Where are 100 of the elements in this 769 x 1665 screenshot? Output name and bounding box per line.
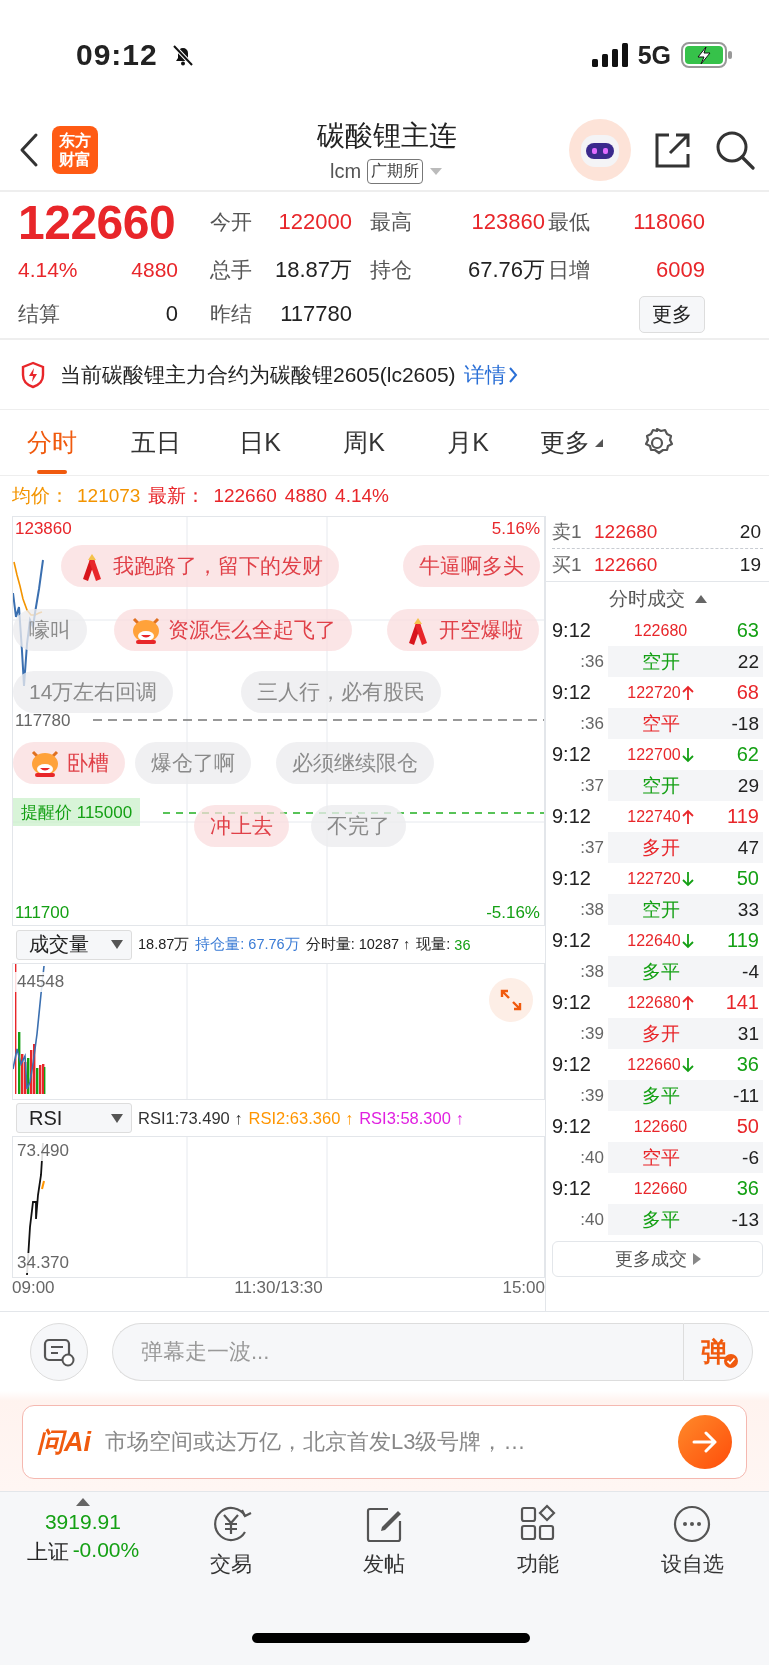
down-arrow-icon [681,932,694,949]
average-price: 121073 [77,485,141,507]
order-price: 122680 [593,521,659,543]
last-price: 122660 [18,194,177,250]
trade-price: 122680 [627,993,681,1012]
field-value: 0 [165,301,178,327]
trade-volume: 50 [735,1115,760,1138]
trade-time: 9:12 [551,1115,592,1138]
axis-label: 117780 [15,711,71,731]
up-arrow-icon [681,808,694,825]
cartoon-cow-icon [130,615,162,645]
axis-label: 73.490 [15,1141,71,1161]
trade-time: 9:12 [551,681,592,704]
trade-time: 9:12 [551,929,592,952]
trade-price: 122740 [627,807,681,826]
position-change: -18 [713,708,763,739]
contract-code: lcm [329,159,362,183]
chart-tab[interactable]: 更多 [520,409,624,476]
danmaku-text: 我跑路了，留下的发财 [113,553,323,579]
more-dots-icon [672,1504,713,1544]
more-trades-button[interactable]: 更多成交 [552,1241,763,1277]
latest-label: 最新： [148,484,206,508]
notice-text: 当前碳酸锂主力合约为碳酸锂2605(lc2605) [60,361,456,388]
position-change: -4 [713,956,763,987]
chart-tab[interactable]: 日K [208,409,312,476]
order-label: 卖1 [552,520,583,544]
caret-up-icon[interactable] [75,1498,90,1506]
field-value: 67.76万 [467,256,545,284]
field-label: 昨结 [210,301,252,327]
danmaku-text: 三人行，必有股民 [257,679,425,705]
time-label: 15:00 [502,1278,545,1299]
exchange-tag: 广期所 [367,158,424,184]
trade-time: 9:12 [551,1177,592,1200]
index-name: 上证 [26,1539,69,1565]
nav-item[interactable]: 发帖 [307,1498,462,1578]
trade-volume: 119 [726,805,760,828]
trade-second: :38 [579,961,605,982]
down-arrow-icon [681,746,694,763]
trade-type: 空开 [608,770,713,801]
trade-second: :36 [579,713,605,734]
ai-logo: 问Ai [37,1426,91,1459]
trade-type: 空平 [608,1142,713,1173]
comment-input[interactable]: 弹幕走一波... [112,1322,683,1381]
chart-tab[interactable]: 五日 [104,409,208,476]
robot-avatar-icon[interactable] [569,119,631,181]
trade-price: 122660 [633,1117,688,1136]
back-icon[interactable] [18,132,40,168]
network-text: 5G [637,40,671,70]
chart-tab[interactable]: 月K [416,409,520,476]
danmaku-text: 必须继续限仓 [292,750,418,776]
nav-item[interactable]: 交易 [153,1498,308,1578]
trade-second: :40 [579,1147,605,1168]
danmaku-text: 开空爆啦 [439,617,523,643]
expand-button[interactable] [489,978,533,1022]
shield-lightning-icon [20,360,46,389]
caret-down-icon [111,1113,123,1123]
danmaku-text: 牛逼啊多头 [419,553,524,579]
position-change: -6 [713,1142,763,1173]
field-label: 今开 [210,209,252,235]
search-icon[interactable] [715,130,755,170]
sort-caret-icon[interactable] [694,594,707,603]
chart-tab[interactable]: 周K [312,409,416,476]
current-volume-label: 现量: [416,935,451,954]
trade-price: 122720 [627,869,681,888]
axis-label: 123860 [15,519,72,539]
indicator-dropdown[interactable]: 成交量 [16,929,132,960]
trade-price: 122700 [627,745,681,764]
trade-time: 9:12 [551,867,592,890]
more-button[interactable]: 更多 [639,295,705,333]
trade-volume: 62 [735,743,760,766]
danmaku-text: 卧槽 [67,750,109,776]
chevron-right-icon [507,365,518,384]
submit-arrow-button[interactable] [678,1415,732,1469]
order-volume: 20 [739,521,761,543]
nav-item[interactable]: 设自选 [615,1498,769,1578]
ai-question-card[interactable]: 问Ai 市场空间或达万亿，北京首发L3级号牌，… [22,1405,747,1479]
trade-volume: 68 [735,681,760,704]
nav-item[interactable]: 功能 [461,1498,616,1578]
down-arrow-icon [681,1056,694,1073]
ai-question-text: 市场空间或达万亿，北京首发L3级号牌，… [105,1428,527,1456]
axis-label: 5.16% [491,519,540,539]
details-link[interactable]: 详情 [463,360,518,389]
position-change: 47 [713,832,763,863]
field-label: 最低 [548,209,590,235]
check-badge-icon [724,1353,738,1368]
up-arrow-icon [681,994,694,1011]
trade-time: 9:12 [551,619,592,642]
field-value: 6009 [656,257,705,283]
trade-second: :39 [579,1085,605,1106]
caret-down-icon [111,940,123,949]
signal-icon [591,43,628,67]
caret-right-icon [692,1253,701,1265]
trade-price: 122640 [627,931,681,950]
field-label: 最高 [370,209,412,235]
up-arrow-icon [681,684,694,701]
indicator-dropdown[interactable]: RSI [16,1103,132,1133]
expand-icon [499,988,523,1012]
minute-volume-text: 分时量: 10287 ↑ [305,935,411,954]
position-change: -13 [713,1204,763,1235]
danmaku-text: 不完了 [327,813,390,839]
